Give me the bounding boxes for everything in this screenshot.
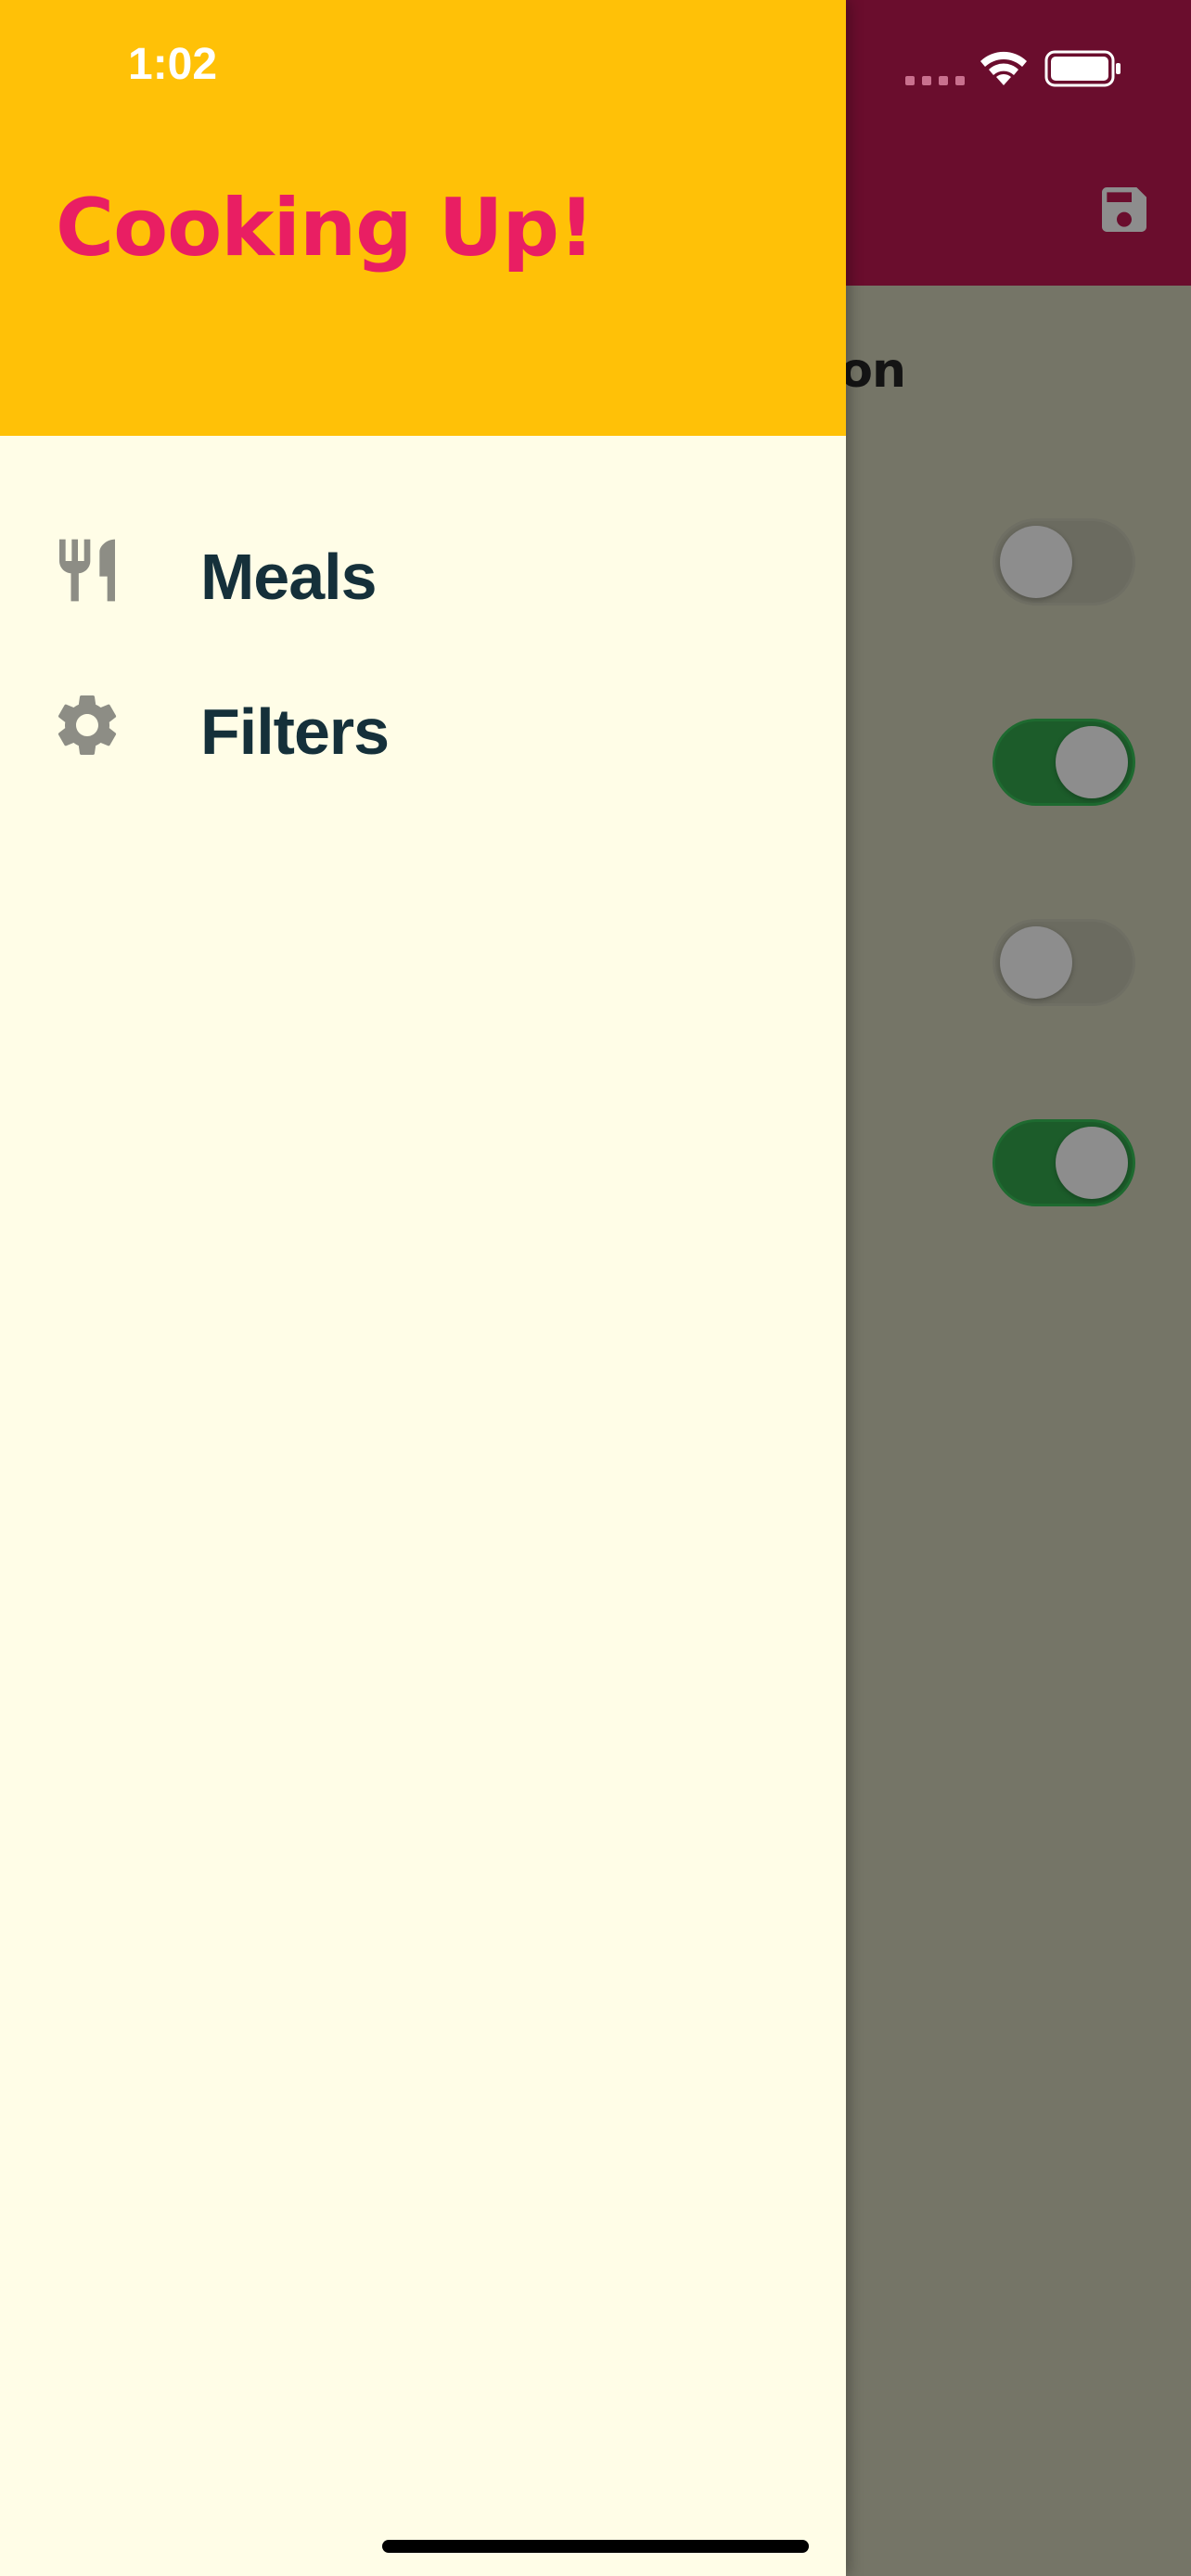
switch-knob <box>1000 926 1072 999</box>
settings-gear-icon <box>58 695 117 755</box>
filter-switch-1[interactable] <box>992 518 1135 606</box>
cellular-signal-icon <box>905 76 965 85</box>
drawer-item-meals[interactable]: Meals <box>0 501 846 640</box>
drawer-item-label: Meals <box>200 541 378 613</box>
switch-knob <box>1056 726 1128 798</box>
drawer-title: Cooking Up! <box>56 182 595 274</box>
drawer-item-filters[interactable]: Filters <box>0 656 846 795</box>
switch-knob <box>1000 526 1072 598</box>
filter-switch-2[interactable] <box>992 719 1135 806</box>
home-indicator[interactable] <box>382 2540 809 2553</box>
battery-icon <box>1044 50 1121 87</box>
status-time: 1:02 <box>128 40 218 89</box>
navigation-drawer: Cooking Up! Meals Filters <box>0 0 846 2576</box>
switch-knob <box>1056 1127 1128 1199</box>
drawer-item-label: Filters <box>200 695 390 768</box>
restaurant-icon <box>59 539 115 602</box>
wifi-icon <box>980 51 1027 85</box>
filter-switch-4[interactable] <box>992 1119 1135 1206</box>
filter-switch-3[interactable] <box>992 919 1135 1006</box>
save-icon[interactable] <box>1095 180 1154 239</box>
drawer-header: Cooking Up! <box>0 0 846 436</box>
